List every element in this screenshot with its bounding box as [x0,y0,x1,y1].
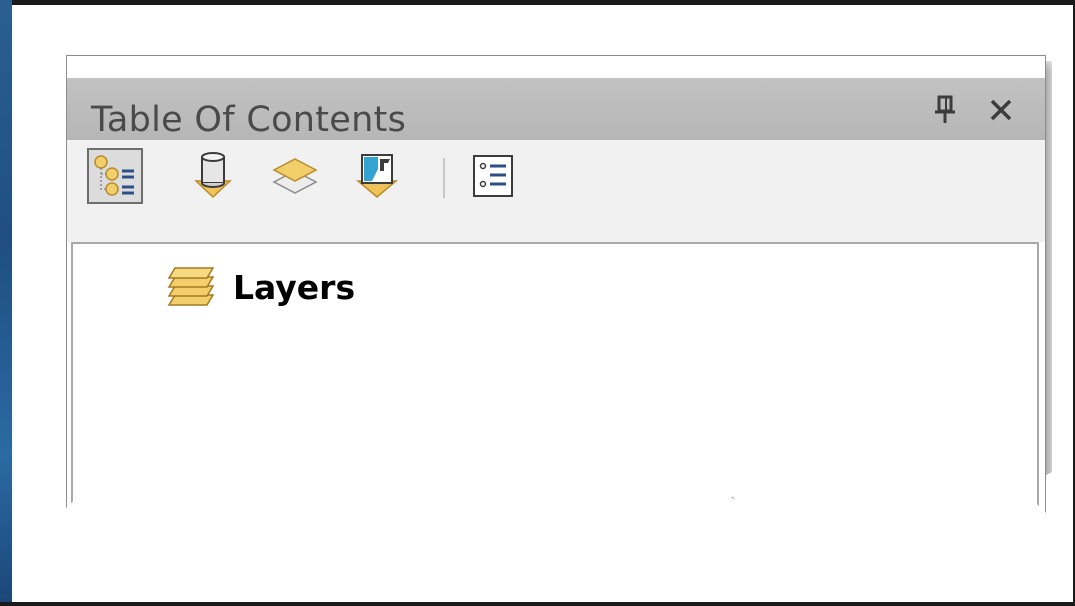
list-by-drawing-order-icon [94,155,134,196]
window-title: Table Of Contents [91,100,407,140]
options-icon [473,155,513,197]
list-by-selection-button[interactable] [349,148,405,204]
desktop-background-left [0,0,12,606]
close-icon [990,99,1012,121]
list-by-selection-icon [355,154,399,198]
pin-icon [935,95,955,123]
list-by-source-button[interactable] [185,148,241,204]
toc-tree-panel[interactable]: Layers [71,242,1039,516]
screenshot-canvas: Table Of Contents Layers [12,5,1073,602]
layers-icon [167,267,215,306]
table-of-contents-window: Table Of Contents Layers [66,55,1046,516]
tree-item-label: Layers [233,267,356,307]
title-bar: Table Of Contents [67,78,1045,140]
toolbar-separator [443,158,445,198]
toc-toolbar [67,140,1045,242]
list-by-drawing-order-button[interactable] [87,148,143,204]
pin-button[interactable] [925,90,965,130]
list-by-visibility-button[interactable] [267,148,323,204]
options-button[interactable] [465,148,521,204]
tree-item-layers[interactable]: Layers [165,262,355,312]
close-button[interactable] [981,90,1021,130]
list-by-visibility-icon [272,158,318,194]
desktop-background-bottom [0,602,1075,606]
list-by-source-icon [194,152,232,199]
